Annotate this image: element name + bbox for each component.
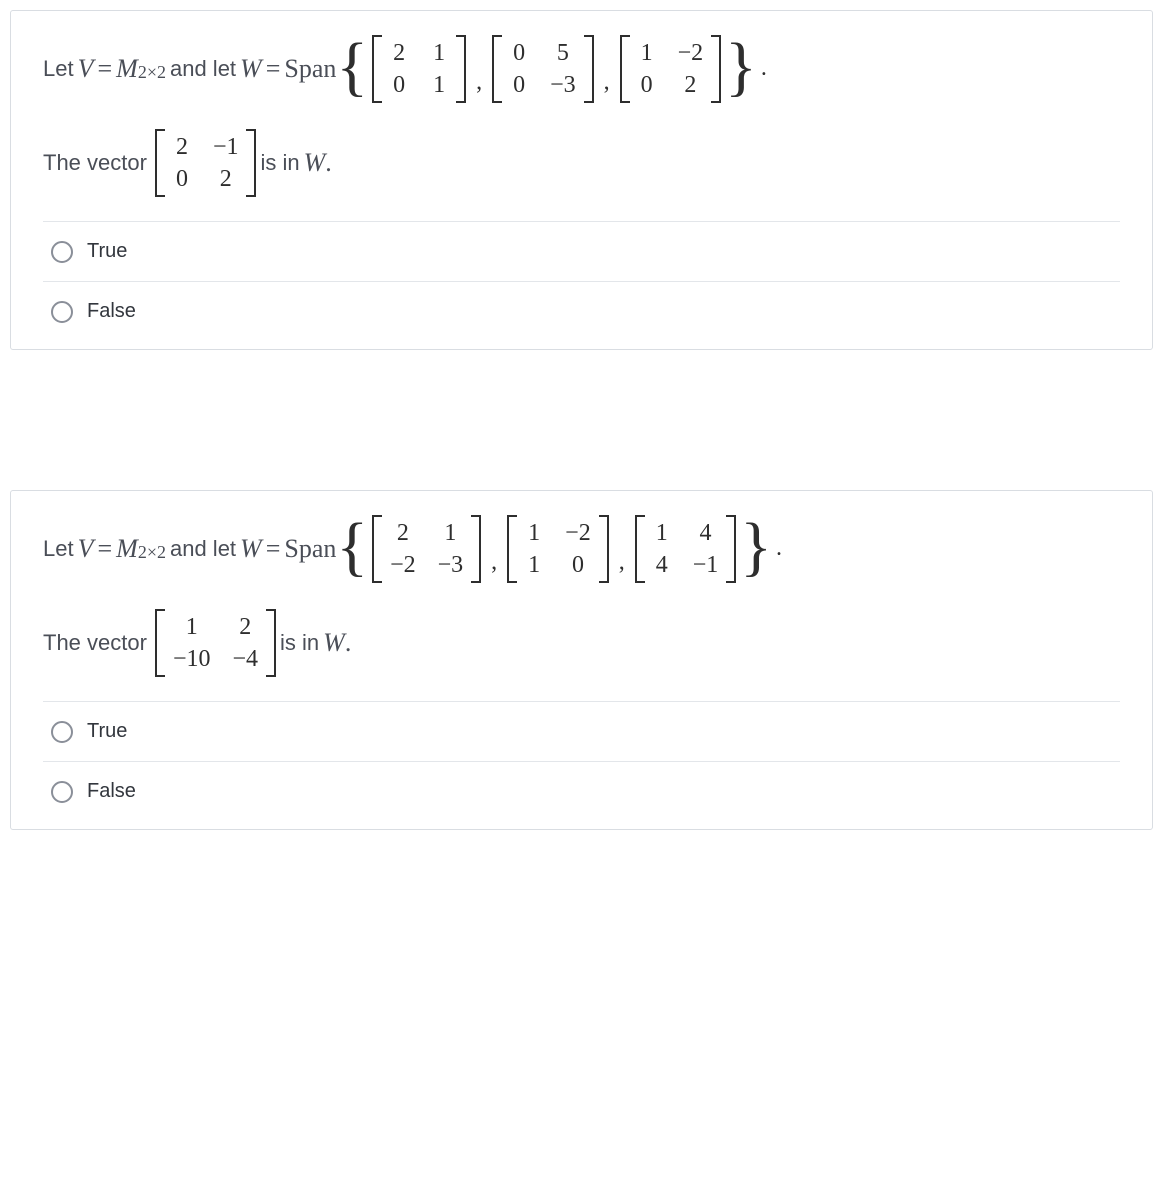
subscript-2x2: 2×2 (138, 531, 166, 574)
period: . (325, 148, 332, 178)
period: . (345, 628, 352, 658)
var-M: M (116, 38, 138, 100)
radio-icon (51, 301, 73, 323)
text: and let (170, 523, 236, 576)
question-2-stem-line-2: The vector 12 −10−4 is in W . (43, 609, 1120, 677)
var-V: V (78, 518, 94, 580)
var-V: V (78, 38, 94, 100)
subscript-2x2: 2×2 (138, 51, 166, 94)
option-label: False (87, 300, 136, 323)
span-label: Span (284, 518, 336, 580)
matrix-1: 21 01 (372, 35, 466, 103)
period: . (776, 520, 782, 578)
var-W: W (240, 38, 262, 100)
var-W: W (240, 518, 262, 580)
right-brace-icon: } (725, 42, 757, 92)
matrix-1: 21 −2−3 (372, 515, 481, 583)
radio-icon (51, 241, 73, 263)
var-W: W (304, 148, 326, 178)
left-brace-icon: { (336, 522, 368, 572)
span-label: Span (284, 38, 336, 100)
matrix-3: 14 4−1 (635, 515, 737, 583)
option-false[interactable]: False (43, 762, 1120, 821)
question-1: Let V = M 2×2 and let W = Span { 21 01 ,… (10, 10, 1153, 350)
right-brace-icon: } (740, 522, 772, 572)
matrix-3: 1−2 02 (620, 35, 722, 103)
comma: , (604, 54, 610, 112)
question-1-stem-line-1: Let V = M 2×2 and let W = Span { 21 01 ,… (43, 35, 1120, 103)
option-false[interactable]: False (43, 282, 1120, 341)
comma: , (476, 54, 482, 112)
vector-matrix: 2−1 02 (155, 129, 257, 197)
option-true[interactable]: True (43, 222, 1120, 282)
period: . (761, 40, 767, 98)
option-label: True (87, 720, 127, 743)
radio-icon (51, 721, 73, 743)
var-M: M (116, 518, 138, 580)
text: Let (43, 523, 74, 576)
left-brace-icon: { (336, 42, 368, 92)
text: and let (170, 43, 236, 96)
radio-icon (51, 781, 73, 803)
comma: , (619, 534, 625, 592)
question-2-options: True False (43, 701, 1120, 821)
question-1-stem-line-2: The vector 2−1 02 is in W . (43, 129, 1120, 197)
vector-matrix: 12 −10−4 (155, 609, 276, 677)
option-label: False (87, 780, 136, 803)
text: Let (43, 43, 74, 96)
text: is in (280, 630, 319, 656)
option-true[interactable]: True (43, 702, 1120, 762)
equals: = (266, 38, 281, 100)
text: is in (260, 150, 299, 176)
comma: , (491, 534, 497, 592)
text: The vector (43, 150, 147, 176)
question-2: Let V = M 2×2 and let W = Span { 21 −2−3… (10, 490, 1153, 830)
question-1-options: True False (43, 221, 1120, 341)
text: The vector (43, 630, 147, 656)
equals: = (97, 518, 112, 580)
matrix-2: 05 0−3 (492, 35, 594, 103)
question-2-stem-line-1: Let V = M 2×2 and let W = Span { 21 −2−3… (43, 515, 1120, 583)
equals: = (97, 38, 112, 100)
equals: = (266, 518, 281, 580)
option-label: True (87, 240, 127, 263)
var-W: W (323, 628, 345, 658)
matrix-2: 1−2 10 (507, 515, 609, 583)
